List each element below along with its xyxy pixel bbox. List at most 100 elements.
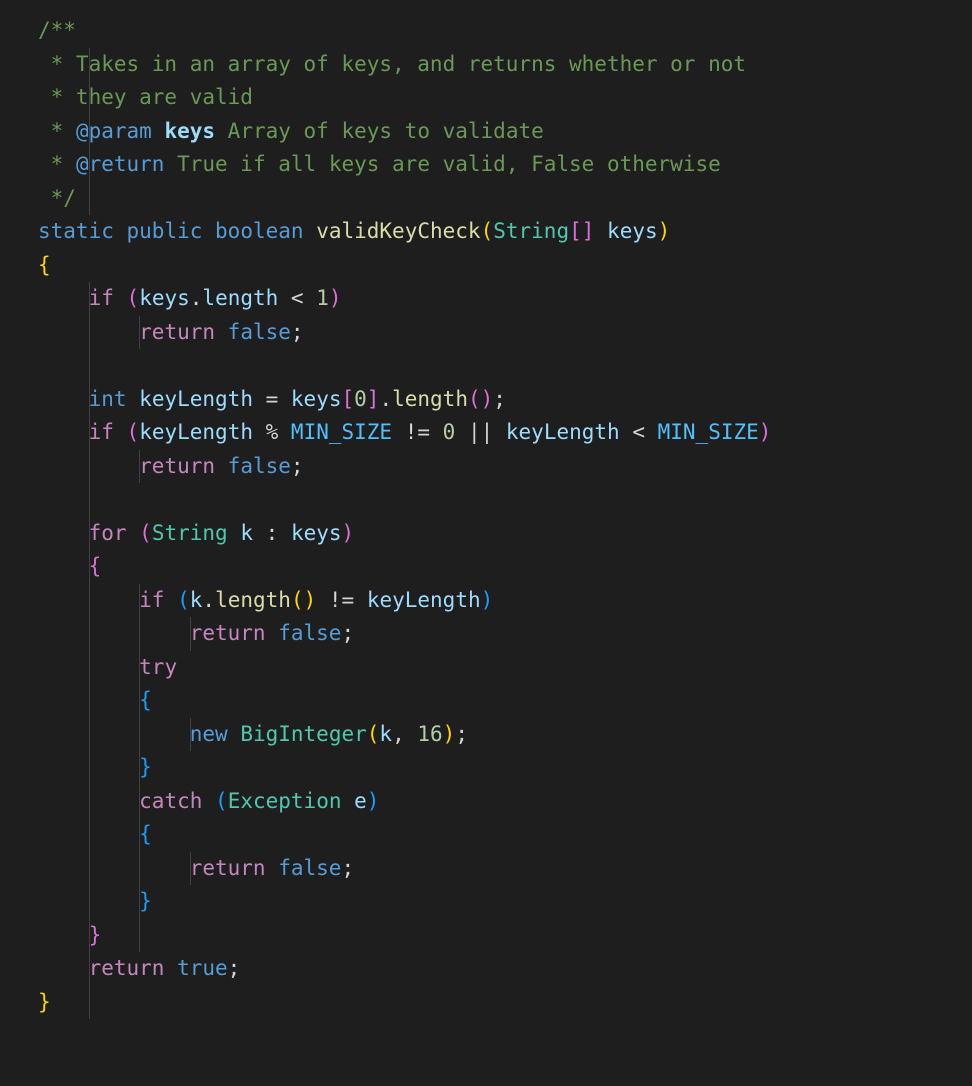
code-token: for <box>89 521 127 545</box>
code-token: e <box>354 789 367 813</box>
code-token: keyLength <box>367 588 481 612</box>
code-token: { <box>139 822 152 846</box>
code-token: return <box>139 454 215 478</box>
code-token: ; <box>455 722 468 746</box>
code-token: MIN_SIZE <box>291 420 392 444</box>
code-token: < <box>620 420 658 444</box>
code-token: return <box>139 320 215 344</box>
code-token: static <box>38 219 114 243</box>
code-token: if <box>89 420 114 444</box>
code-token: { <box>139 688 152 712</box>
code-token: String <box>493 219 569 243</box>
code-token: 0 <box>354 387 367 411</box>
code-line: * @return True if all keys are valid, Fa… <box>38 152 721 176</box>
code-token: || <box>455 420 506 444</box>
code-token <box>228 521 241 545</box>
code-token: Exception <box>228 789 342 813</box>
code-token: boolean <box>215 219 304 243</box>
code-token <box>152 119 165 143</box>
code-token: ; <box>291 454 304 478</box>
code-token: length <box>215 588 291 612</box>
code-token: keys <box>291 387 342 411</box>
code-line: return false; <box>38 454 304 478</box>
code-token <box>594 219 607 243</box>
code-token: @return <box>76 152 165 176</box>
code-line: } <box>38 990 51 1014</box>
code-line: if (keyLength % MIN_SIZE != 0 || keyLeng… <box>38 420 771 444</box>
code-line: { <box>38 253 51 277</box>
code-token <box>215 320 228 344</box>
code-line: } <box>38 923 101 947</box>
code-token: : <box>253 521 291 545</box>
code-token: 1 <box>316 286 329 310</box>
code-line: for (String k : keys) <box>38 521 354 545</box>
code-line: return false; <box>38 856 354 880</box>
code-token <box>228 722 241 746</box>
code-token: public <box>127 219 203 243</box>
code-token: < <box>278 286 316 310</box>
code-line: if (k.length() != keyLength) <box>38 588 493 612</box>
code-token: ; <box>493 387 506 411</box>
code-token: ) <box>759 420 772 444</box>
code-token: ( <box>177 588 190 612</box>
code-token: @param <box>76 119 152 143</box>
code-token: () <box>291 588 316 612</box>
code-token: [] <box>569 219 594 243</box>
code-token: ( <box>367 722 380 746</box>
code-token: false <box>228 320 291 344</box>
code-token: catch <box>139 789 202 813</box>
code-token: ; <box>341 856 354 880</box>
code-token <box>202 789 215 813</box>
code-token: keyLength <box>139 387 253 411</box>
code-token: ( <box>127 420 140 444</box>
code-token <box>127 387 140 411</box>
code-line: * Takes in an array of keys, and returns… <box>38 52 746 76</box>
code-token: = <box>253 387 291 411</box>
code-token: * <box>38 119 76 143</box>
code-token: } <box>139 889 152 913</box>
code-token: true <box>177 956 228 980</box>
code-token: keys <box>139 286 190 310</box>
code-token: ( <box>139 521 152 545</box>
code-line: catch (Exception e) <box>38 789 379 813</box>
code-token: ; <box>341 621 354 645</box>
code-token: ) <box>443 722 456 746</box>
code-token: ; <box>228 956 241 980</box>
code-line: * they are valid <box>38 85 253 109</box>
code-token: ) <box>367 789 380 813</box>
code-token <box>202 219 215 243</box>
code-token: if <box>139 588 164 612</box>
code-token: . <box>190 286 203 310</box>
code-token: /** <box>38 18 76 42</box>
code-token: int <box>89 387 127 411</box>
code-token: } <box>38 990 51 1014</box>
code-token <box>304 219 317 243</box>
code-token: ] <box>367 387 380 411</box>
code-line: new BigInteger(k, 16); <box>38 722 468 746</box>
code-line: return false; <box>38 621 354 645</box>
code-block: /** * Takes in an array of keys, and ret… <box>0 0 972 1019</box>
code-token: , <box>392 722 417 746</box>
code-token: keys <box>607 219 658 243</box>
code-token: * Takes in an array of keys, and returns… <box>38 52 746 76</box>
code-token: return <box>89 956 165 980</box>
code-token: length <box>392 387 468 411</box>
code-line: { <box>38 554 101 578</box>
code-line: int keyLength = keys[0].length(); <box>38 387 506 411</box>
code-token: String <box>152 521 228 545</box>
code-token: new <box>190 722 228 746</box>
code-token: false <box>228 454 291 478</box>
code-token: */ <box>38 186 76 210</box>
code-line: { <box>38 822 152 846</box>
code-token: ) <box>342 521 355 545</box>
code-line: * @param keys Array of keys to validate <box>38 119 544 143</box>
code-token: return <box>190 856 266 880</box>
code-line: */ <box>38 186 76 210</box>
code-token: () <box>468 387 493 411</box>
code-token <box>127 521 140 545</box>
code-token: return <box>190 621 266 645</box>
code-token: keyLength <box>506 420 620 444</box>
code-token <box>341 789 354 813</box>
code-token: k <box>379 722 392 746</box>
code-token: BigInteger <box>240 722 366 746</box>
